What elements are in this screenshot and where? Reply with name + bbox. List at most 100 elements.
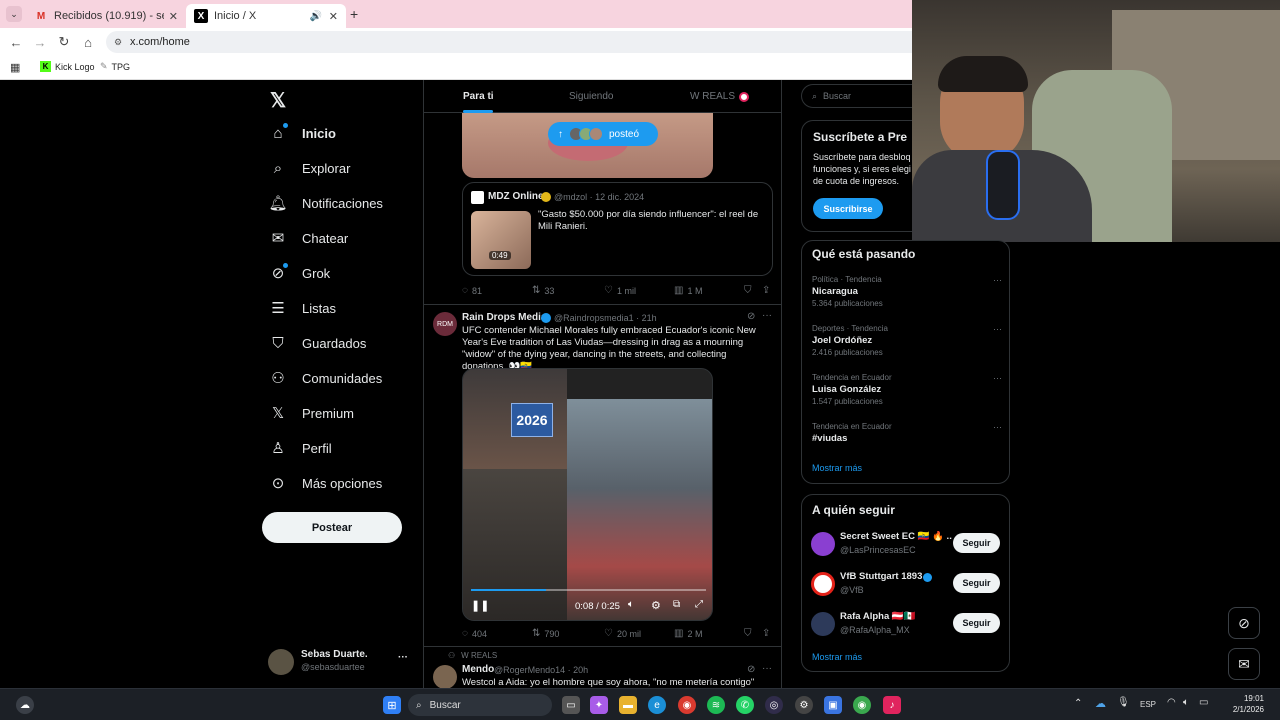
volume-icon[interactable]: 🔈︎ — [628, 599, 634, 610]
more-icon[interactable]: ··· — [993, 373, 1002, 383]
reply-button[interactable]: ◌ 81 — [462, 285, 482, 296]
reload-icon[interactable]: ↻ — [56, 34, 72, 50]
more-icon[interactable]: ··· — [993, 422, 1002, 432]
pip-icon[interactable]: ⧉ — [673, 599, 680, 610]
close-icon[interactable]: ✕ — [169, 10, 178, 23]
mic-icon[interactable]: 🎙︎ — [1117, 697, 1130, 708]
nav-chat[interactable]: ✉ Chatear — [268, 223, 349, 253]
spotify-icon[interactable]: ≋ — [707, 696, 725, 714]
nav-profile[interactable]: ♙ Perfil — [268, 433, 331, 463]
quoted-post[interactable]: MDZ Online @mdzol · 12 dic. 2024 0:49 "G… — [462, 182, 773, 276]
nav-bookmarks[interactable]: ⛉ Guardados — [268, 328, 366, 358]
chrome-profile-icon[interactable]: ◉ — [853, 696, 871, 714]
post2-video[interactable]: 2026 ❚❚ 0:08 / 0:25 🔈︎ ⚙ ⧉ ⤢ — [462, 368, 713, 621]
wifi-icon[interactable]: ◠ — [1167, 697, 1176, 708]
post3-author-name[interactable]: Mendo — [462, 664, 494, 675]
reply-button[interactable]: ◌ 404 — [462, 628, 487, 639]
trend-item[interactable]: Tendencia en Ecuador #viudas ··· — [812, 422, 1002, 444]
nav-grok[interactable]: ⊘ Grok — [268, 258, 330, 288]
grok-float-button[interactable]: ⊘ — [1228, 607, 1260, 639]
tab-gmail[interactable]: M Recibidos (10.919) - sebastiandu ✕ — [26, 4, 186, 28]
follow-button[interactable]: Seguir — [953, 533, 1000, 553]
clock[interactable]: 19:01 2/1/2026 — [1220, 693, 1264, 715]
post3-avatar[interactable] — [433, 665, 457, 688]
tab-list-button[interactable]: ⌄ — [6, 6, 22, 22]
follow-item[interactable]: Rafa Alpha 🇦🇹🇲🇽 @RafaAlpha_MX Seguir — [802, 609, 1009, 643]
follow-item[interactable]: Secret Sweet EC 🇪🇨 🔥 ... @LasPrincesasEC… — [802, 529, 1009, 563]
tab-x[interactable]: X Inicio / X 🔊 ✕ — [186, 4, 346, 28]
bookmark-button[interactable]: ⛉ — [744, 285, 756, 296]
quoted-thumbnail[interactable]: 0:49 — [471, 211, 531, 269]
more-icon[interactable]: ··· — [993, 275, 1002, 285]
url-input[interactable]: ⚙ x.com/home — [106, 31, 912, 53]
follow-button[interactable]: Seguir — [953, 573, 1000, 593]
fullscreen-icon[interactable]: ⤢ — [695, 599, 703, 610]
post2-author-name[interactable]: Rain Drops Media — [462, 312, 546, 323]
tray-chevron-icon[interactable]: ⌃ — [1074, 698, 1082, 709]
apps-icon[interactable]: ▦ — [10, 61, 20, 74]
video-progress-track[interactable] — [471, 589, 706, 591]
forward-icon[interactable]: → — [32, 34, 48, 50]
like-button[interactable]: ♡ 20 mil — [604, 628, 641, 639]
trend-item[interactable]: Tendencia en Ecuador Luisa González 1.54… — [812, 373, 1002, 406]
back-icon[interactable]: ← — [8, 34, 24, 50]
share-button[interactable]: ⇪ — [762, 628, 774, 639]
trend-item[interactable]: Deportes · Tendencia Joel Ordóñez 2.416 … — [812, 324, 1002, 357]
grok-explain-icon[interactable]: ⊘ — [747, 664, 755, 675]
nav-notifications[interactable]: 🔔︎ Notificaciones — [268, 188, 382, 218]
nav-communities[interactable]: ⚇ Comunidades — [268, 363, 382, 393]
widgets-icon[interactable]: ☁ — [16, 696, 34, 714]
obs-icon[interactable]: ◎ — [765, 696, 783, 714]
messages-float-button[interactable]: ✉ — [1228, 648, 1260, 680]
chrome-icon[interactable]: ◉ — [678, 696, 696, 714]
site-info-icon[interactable]: ⚙ — [114, 37, 122, 48]
nav-more-options[interactable]: ⊙ Más opciones — [268, 468, 383, 498]
pause-icon[interactable]: ❚❚ — [471, 599, 489, 612]
x-logo[interactable]: 𝕏 — [270, 88, 286, 113]
speaker-icon[interactable]: 🔊 — [310, 11, 322, 22]
new-tab-button[interactable]: + — [350, 6, 358, 22]
app-icon[interactable]: ▣ — [824, 696, 842, 714]
tab-w-reals[interactable]: W REALS — [690, 80, 750, 113]
language-indicator[interactable]: ESP — [1140, 700, 1156, 709]
task-view-icon[interactable]: ▭ — [562, 696, 580, 714]
search-box[interactable]: ⌕ Buscar — [801, 84, 912, 108]
volume-icon[interactable]: 🔈︎ — [1183, 697, 1189, 708]
taskbar-search[interactable]: ⌕ Buscar — [408, 694, 552, 716]
more-icon[interactable]: ··· — [762, 663, 772, 674]
settings-icon[interactable]: ⚙ — [651, 599, 661, 612]
like-button[interactable]: ♡ 1 mil — [604, 285, 636, 296]
post2-avatar[interactable]: RDM — [433, 312, 457, 336]
show-more-link[interactable]: Mostrar más — [812, 463, 862, 473]
file-explorer-icon[interactable]: ▬ — [619, 696, 637, 714]
show-more-link[interactable]: Mostrar más — [812, 652, 862, 662]
steam-icon[interactable]: ⚙ — [795, 696, 813, 714]
edge-icon[interactable]: e — [648, 696, 666, 714]
post-button[interactable]: Postear — [262, 512, 402, 543]
follow-item[interactable]: VfB Stuttgart 1893 @VfB Seguir — [802, 569, 1009, 603]
tiktok-icon[interactable]: ♪ — [883, 696, 901, 714]
nav-premium[interactable]: 𝕏 Premium — [268, 398, 354, 428]
home-icon[interactable]: ⌂ — [80, 34, 96, 50]
follow-button[interactable]: Seguir — [953, 613, 1000, 633]
battery-icon[interactable]: ▭ — [1199, 697, 1208, 708]
nav-home[interactable]: ⌂ Inicio — [268, 118, 336, 148]
windows-start-icon[interactable]: ⊞ — [383, 696, 401, 714]
more-icon[interactable]: ··· — [398, 652, 408, 663]
tab-following[interactable]: Siguiendo — [569, 80, 613, 113]
tab-for-you[interactable]: Para ti — [463, 80, 494, 113]
copilot-icon[interactable]: ✦ — [590, 696, 608, 714]
bookmark-button[interactable]: ⛉ — [744, 628, 756, 639]
cloud-icon[interactable]: ☁ — [1095, 697, 1106, 710]
whatsapp-icon[interactable]: ✆ — [736, 696, 754, 714]
community-context[interactable]: ⚇ W REALS — [448, 651, 497, 660]
grok-explain-icon[interactable]: ⊘ — [747, 311, 755, 322]
new-posts-pill[interactable]: ↑ posteó — [548, 122, 658, 146]
more-icon[interactable]: ··· — [993, 324, 1002, 334]
close-icon[interactable]: ✕ — [329, 10, 338, 23]
account-switcher[interactable]: Sebas Duarte. @sebasduartee ··· — [268, 646, 414, 678]
bookmark-tpg[interactable]: ✎ TPG — [100, 61, 130, 72]
nav-lists[interactable]: ☰ Listas — [268, 293, 336, 323]
nav-explore[interactable]: ⌕ Explorar — [268, 153, 351, 183]
views-button[interactable]: ▥ 1 M — [674, 285, 702, 296]
